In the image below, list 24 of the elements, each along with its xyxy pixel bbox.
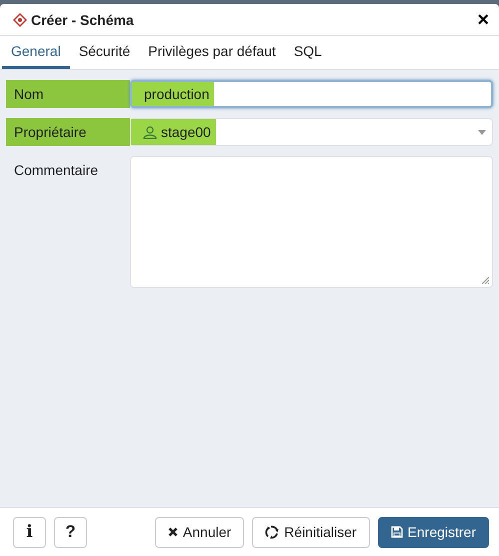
input-field[interactable]: production: [130, 80, 493, 108]
diamond-icon: [13, 12, 27, 26]
resize-grip-icon: [482, 277, 489, 284]
tab[interactable]: SQL: [284, 36, 331, 69]
cancel-button[interactable]: Annuler: [154, 516, 244, 548]
field-label: Nom: [6, 80, 130, 108]
window-title: Créer - Schéma: [31, 12, 135, 28]
field-label: Propriétaire: [6, 118, 130, 146]
field-value: stage00: [161, 124, 211, 140]
close-button[interactable]: ×: [475, 10, 491, 30]
help-button[interactable]: ?: [54, 516, 87, 548]
save-button[interactable]: Enregistrer: [378, 516, 489, 548]
caret-icon: [478, 130, 486, 134]
recycle-icon: [265, 525, 280, 539]
info-button[interactable]: i: [13, 516, 46, 548]
field-label: Commentaire: [13, 161, 100, 180]
comment-field[interactable]: [130, 156, 493, 288]
tab[interactable]: Sécurité: [70, 36, 140, 69]
reset-button[interactable]: Réinitialiser: [252, 516, 370, 548]
close-icon: [168, 527, 178, 537]
user-icon: [143, 126, 157, 138]
tab[interactable]: Privilèges par défaut: [139, 36, 285, 69]
owner-dropdown[interactable]: stage00: [130, 118, 493, 146]
field-value: production: [132, 82, 214, 106]
